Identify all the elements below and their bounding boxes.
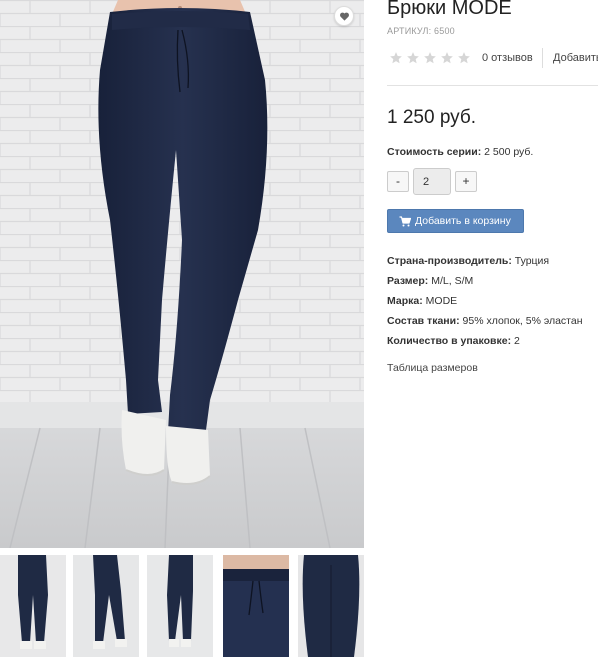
thumbnail-1[interactable] xyxy=(0,555,66,657)
reviews-link[interactable]: 0 отзывов xyxy=(482,52,533,64)
property-value: MODE xyxy=(425,295,458,307)
property-row: Состав ткани: 95% хлопок, 5% эластан xyxy=(387,314,598,334)
product-sku: АРТИКУЛ: 6500 xyxy=(387,26,455,36)
property-value: M/L, S/M xyxy=(431,275,474,287)
property-row: Размер: M/L, S/M xyxy=(387,274,598,294)
product-price: 1 250 руб. xyxy=(387,107,477,128)
property-label: Состав ткани: xyxy=(387,315,460,327)
thumbnail-photo xyxy=(73,555,139,657)
property-row: Страна-производитель: Турция xyxy=(387,254,598,274)
series-price: Стоимость серии: 2 500 руб. xyxy=(387,146,533,158)
star-icon[interactable] xyxy=(389,51,403,65)
add-to-cart-button[interactable]: Добавить в корзину xyxy=(387,209,524,233)
thumbnail-2[interactable] xyxy=(73,555,139,657)
rating-row: 0 отзывов Добавить xyxy=(387,48,598,68)
divider xyxy=(542,48,543,68)
quantity-input[interactable] xyxy=(413,168,451,195)
thumbnail-photo xyxy=(0,555,66,657)
wishlist-button[interactable] xyxy=(334,6,354,26)
star-icon[interactable] xyxy=(423,51,437,65)
product-info: Брюки MODE АРТИКУЛ: 6500 0 отзывов Добав… xyxy=(387,0,598,657)
property-label: Страна-производитель: xyxy=(387,255,512,267)
star-icon[interactable] xyxy=(440,51,454,65)
heart-icon xyxy=(339,12,349,21)
rating-stars[interactable] xyxy=(389,51,471,65)
main-product-photo xyxy=(0,0,364,548)
thumbnail-5[interactable] xyxy=(298,555,364,657)
product-title: Брюки MODE xyxy=(387,0,512,19)
add-review-link[interactable]: Добавить xyxy=(553,52,598,64)
thumbnail-photo xyxy=(298,555,364,657)
property-row: Марка: MODE xyxy=(387,294,598,314)
product-properties: Страна-производитель: Турция Размер: M/L… xyxy=(387,254,598,354)
property-label: Размер: xyxy=(387,275,429,287)
divider xyxy=(387,85,598,86)
cart-icon xyxy=(399,215,411,226)
thumbnail-4[interactable] xyxy=(223,555,289,657)
star-icon[interactable] xyxy=(406,51,420,65)
main-product-image[interactable] xyxy=(0,0,364,548)
property-value: 2 xyxy=(514,335,520,347)
series-price-label: Стоимость серии: xyxy=(387,146,482,158)
thumbnail-3[interactable] xyxy=(147,555,213,657)
thumbnail-photo xyxy=(147,555,213,657)
series-price-value: 2 500 руб. xyxy=(484,146,534,158)
property-value: 95% хлопок, 5% эластан xyxy=(462,315,583,327)
property-label: Марка: xyxy=(387,295,423,307)
quantity-increase-button[interactable]: + xyxy=(455,171,477,192)
property-label: Количество в упаковке: xyxy=(387,335,512,347)
size-table-link[interactable]: Таблица размеров xyxy=(387,362,478,374)
thumbnail-photo xyxy=(223,555,289,657)
quantity-decrease-button[interactable]: - xyxy=(387,171,409,192)
property-row: Количество в упаковке: 2 xyxy=(387,334,598,354)
star-icon[interactable] xyxy=(457,51,471,65)
property-value: Турция xyxy=(514,255,550,267)
add-to-cart-label: Добавить в корзину xyxy=(415,215,511,227)
